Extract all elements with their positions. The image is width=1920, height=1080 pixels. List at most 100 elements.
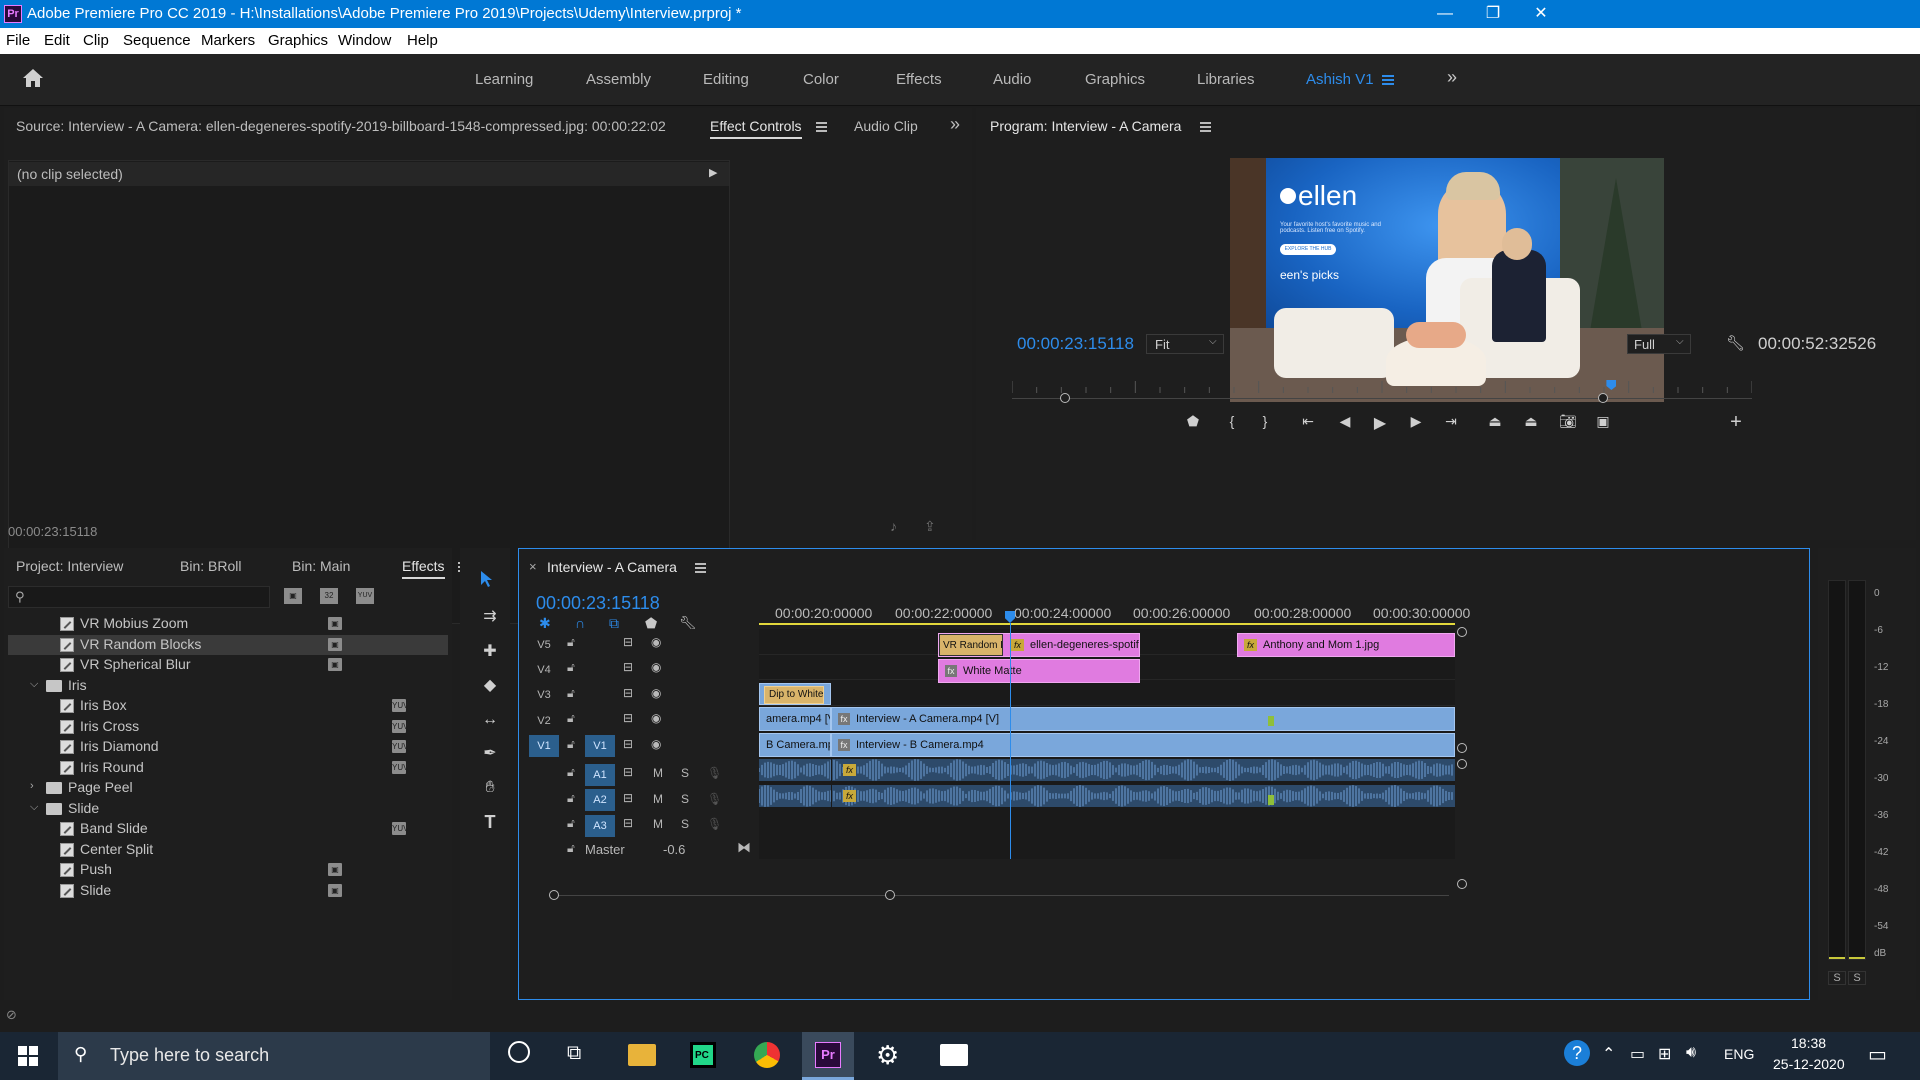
audio-clip-a1[interactable]: fx xyxy=(758,759,1455,781)
lock-icon[interactable]: 🔓︎ xyxy=(567,765,575,780)
help-question-icon[interactable]: ? xyxy=(1564,1040,1590,1066)
comparison-view-icon[interactable]: ▣ xyxy=(1591,413,1615,430)
workspace-audio[interactable]: Audio xyxy=(993,71,1031,88)
extract-icon[interactable]: ⏏ xyxy=(1519,413,1543,430)
cortana-icon[interactable] xyxy=(508,1041,530,1063)
audio-clip-a2[interactable]: fx xyxy=(758,785,1455,807)
sync-lock-icon[interactable]: ⊟ xyxy=(623,660,633,674)
microphone-icon[interactable]: 🎙︎ xyxy=(707,817,722,831)
video-scroll-handle[interactable] xyxy=(1457,743,1467,753)
add-button-icon[interactable]: + xyxy=(1724,411,1748,434)
sync-lock-icon[interactable]: ⊟ xyxy=(623,791,633,805)
eye-icon[interactable]: ◉ xyxy=(651,660,661,674)
a3-label[interactable]: A3 xyxy=(585,815,615,837)
panel-menu-icon[interactable] xyxy=(816,122,827,132)
timeline-playhead-handle[interactable] xyxy=(1005,611,1015,623)
sync-lock-icon[interactable]: ⊟ xyxy=(623,686,633,700)
expand-triangle-icon[interactable]: ▶ xyxy=(709,166,717,179)
v4-label[interactable]: V4 xyxy=(529,659,559,681)
effect-item[interactable]: Center Split xyxy=(8,840,448,860)
quality-dropdown[interactable]: Full ⌵ xyxy=(1627,334,1691,354)
taskbar-date[interactable]: 25-12-2020 xyxy=(1773,1056,1845,1072)
wrench-icon[interactable]: 🔧︎ xyxy=(1726,334,1745,352)
a2-label[interactable]: A2 xyxy=(585,789,615,811)
clip-white-matte[interactable]: fx White Matte xyxy=(938,659,1140,683)
tab-project-interview[interactable]: Project: Interview xyxy=(16,558,123,574)
effects-search-input[interactable]: ⚲ xyxy=(8,586,270,608)
effect-item[interactable]: Push ▣ xyxy=(8,860,448,880)
eye-icon[interactable]: ◉ xyxy=(651,686,661,700)
tab-bin-broll[interactable]: Bin: BRoll xyxy=(180,558,241,574)
lock-icon[interactable]: 🔓︎ xyxy=(567,711,575,726)
transition-dip-to-white[interactable]: Dip to White xyxy=(764,686,824,704)
hand-tool-icon[interactable]: ✋︎ xyxy=(478,776,502,800)
file-explorer-icon[interactable] xyxy=(628,1044,656,1066)
home-icon[interactable] xyxy=(22,68,44,88)
zoom-dropdown[interactable]: Fit ⌵ xyxy=(1146,334,1224,354)
export-icon[interactable]: ⇪ xyxy=(924,518,936,535)
timeline-zoom-left-handle[interactable] xyxy=(549,890,559,900)
chevron-down-icon[interactable]: ⌵ xyxy=(30,801,38,814)
timeline-timecode[interactable]: 00:00:23:15118 xyxy=(536,593,660,614)
razor-tool-icon[interactable]: ◆ xyxy=(478,674,502,698)
microphone-icon[interactable]: 🎙︎ xyxy=(707,792,722,806)
v3-label[interactable]: V3 xyxy=(529,684,559,706)
a1-solo-button[interactable]: S xyxy=(681,766,689,780)
workspace-color[interactable]: Color xyxy=(803,71,839,88)
audio-scroll-handle[interactable] xyxy=(1457,879,1467,889)
close-sequence-icon[interactable]: × xyxy=(529,559,537,574)
lock-icon[interactable]: 🔓︎ xyxy=(567,660,575,675)
tab-effects[interactable]: Effects xyxy=(402,558,445,579)
work-area-bar[interactable] xyxy=(759,623,1455,625)
effect-item[interactable]: Iris Round YUV xyxy=(8,758,448,778)
clip-interview-b-camera[interactable]: fx Interview - B Camera.mp4 xyxy=(831,733,1455,757)
workspace-assembly[interactable]: Assembly xyxy=(586,71,651,88)
sync-lock-icon[interactable]: ⊟ xyxy=(623,711,633,725)
selection-tool-icon[interactable] xyxy=(480,570,494,588)
v5-label[interactable]: V5 xyxy=(529,634,559,656)
sync-lock-icon[interactable]: ⊟ xyxy=(623,737,633,751)
a3-solo-button[interactable]: S xyxy=(681,817,689,831)
taskbar-time[interactable]: 18:38 xyxy=(1791,1035,1826,1051)
sync-lock-icon[interactable]: ⊟ xyxy=(623,635,633,649)
effect-item[interactable]: Slide ▣ xyxy=(8,881,448,901)
eye-icon[interactable]: ◉ xyxy=(651,635,661,649)
lock-icon[interactable]: 🔓︎ xyxy=(567,686,575,701)
lift-icon[interactable]: ⏏ xyxy=(1483,413,1507,430)
chrome-icon[interactable] xyxy=(754,1042,780,1068)
microphone-icon[interactable]: 🎙︎ xyxy=(707,766,722,780)
workspace-learning[interactable]: Learning xyxy=(475,71,533,88)
effect-item[interactable]: Band Slide YUV xyxy=(8,819,448,839)
pycharm-icon[interactable]: PC xyxy=(690,1042,716,1068)
language-indicator[interactable]: ENG xyxy=(1724,1046,1754,1062)
clip-ellen-degeneres[interactable]: VR Random B fx ellen-degeneres-spotify-2 xyxy=(938,633,1140,657)
add-marker-icon[interactable]: ⬟ xyxy=(1181,413,1205,430)
slip-tool-icon[interactable]: ↔ xyxy=(478,708,502,732)
go-to-out-icon[interactable]: ⇥ xyxy=(1439,413,1463,430)
effects-folder[interactable]: ⌵ Iris xyxy=(8,676,448,696)
menu-file[interactable]: File xyxy=(6,32,30,49)
type-tool-icon[interactable]: T xyxy=(478,810,502,834)
filter-audio-icon[interactable]: ♪ xyxy=(890,518,897,534)
close-button[interactable]: ✕ xyxy=(1512,0,1570,28)
effect-item[interactable]: Iris Box YUV xyxy=(8,696,448,716)
mark-in-icon[interactable]: { xyxy=(1220,413,1244,429)
workspace-menu-icon[interactable] xyxy=(1382,75,1394,85)
meter-solo-left-button[interactable]: S xyxy=(1828,971,1846,985)
menu-edit[interactable]: Edit xyxy=(44,32,70,49)
effect-item[interactable]: VR Mobius Zoom ▣ xyxy=(8,614,448,634)
sequence-tab[interactable]: Interview - A Camera xyxy=(547,559,677,578)
zoom-scroll-left-handle[interactable] xyxy=(1060,393,1070,403)
clip-vr-random-blocks[interactable]: VR Random B xyxy=(939,634,1003,656)
effects-folder[interactable]: ⌵ Slide xyxy=(8,799,448,819)
clip-anthony-and-mom[interactable]: fx Anthony and Mom 1.jpg xyxy=(1237,633,1455,657)
tab-effect-controls[interactable]: Effect Controls xyxy=(710,118,802,139)
task-view-icon[interactable]: ⧉ xyxy=(567,1042,581,1065)
chevron-right-icon[interactable]: › xyxy=(30,780,34,792)
workspace-editing[interactable]: Editing xyxy=(703,71,749,88)
menu-sequence[interactable]: Sequence xyxy=(123,32,191,49)
video-editor-clapper-icon[interactable] xyxy=(940,1044,968,1066)
chevron-down-icon[interactable]: ⌵ xyxy=(30,678,38,691)
network-icon[interactable]: ⊞ xyxy=(1658,1044,1671,1064)
a1-label[interactable]: A1 xyxy=(585,764,615,786)
